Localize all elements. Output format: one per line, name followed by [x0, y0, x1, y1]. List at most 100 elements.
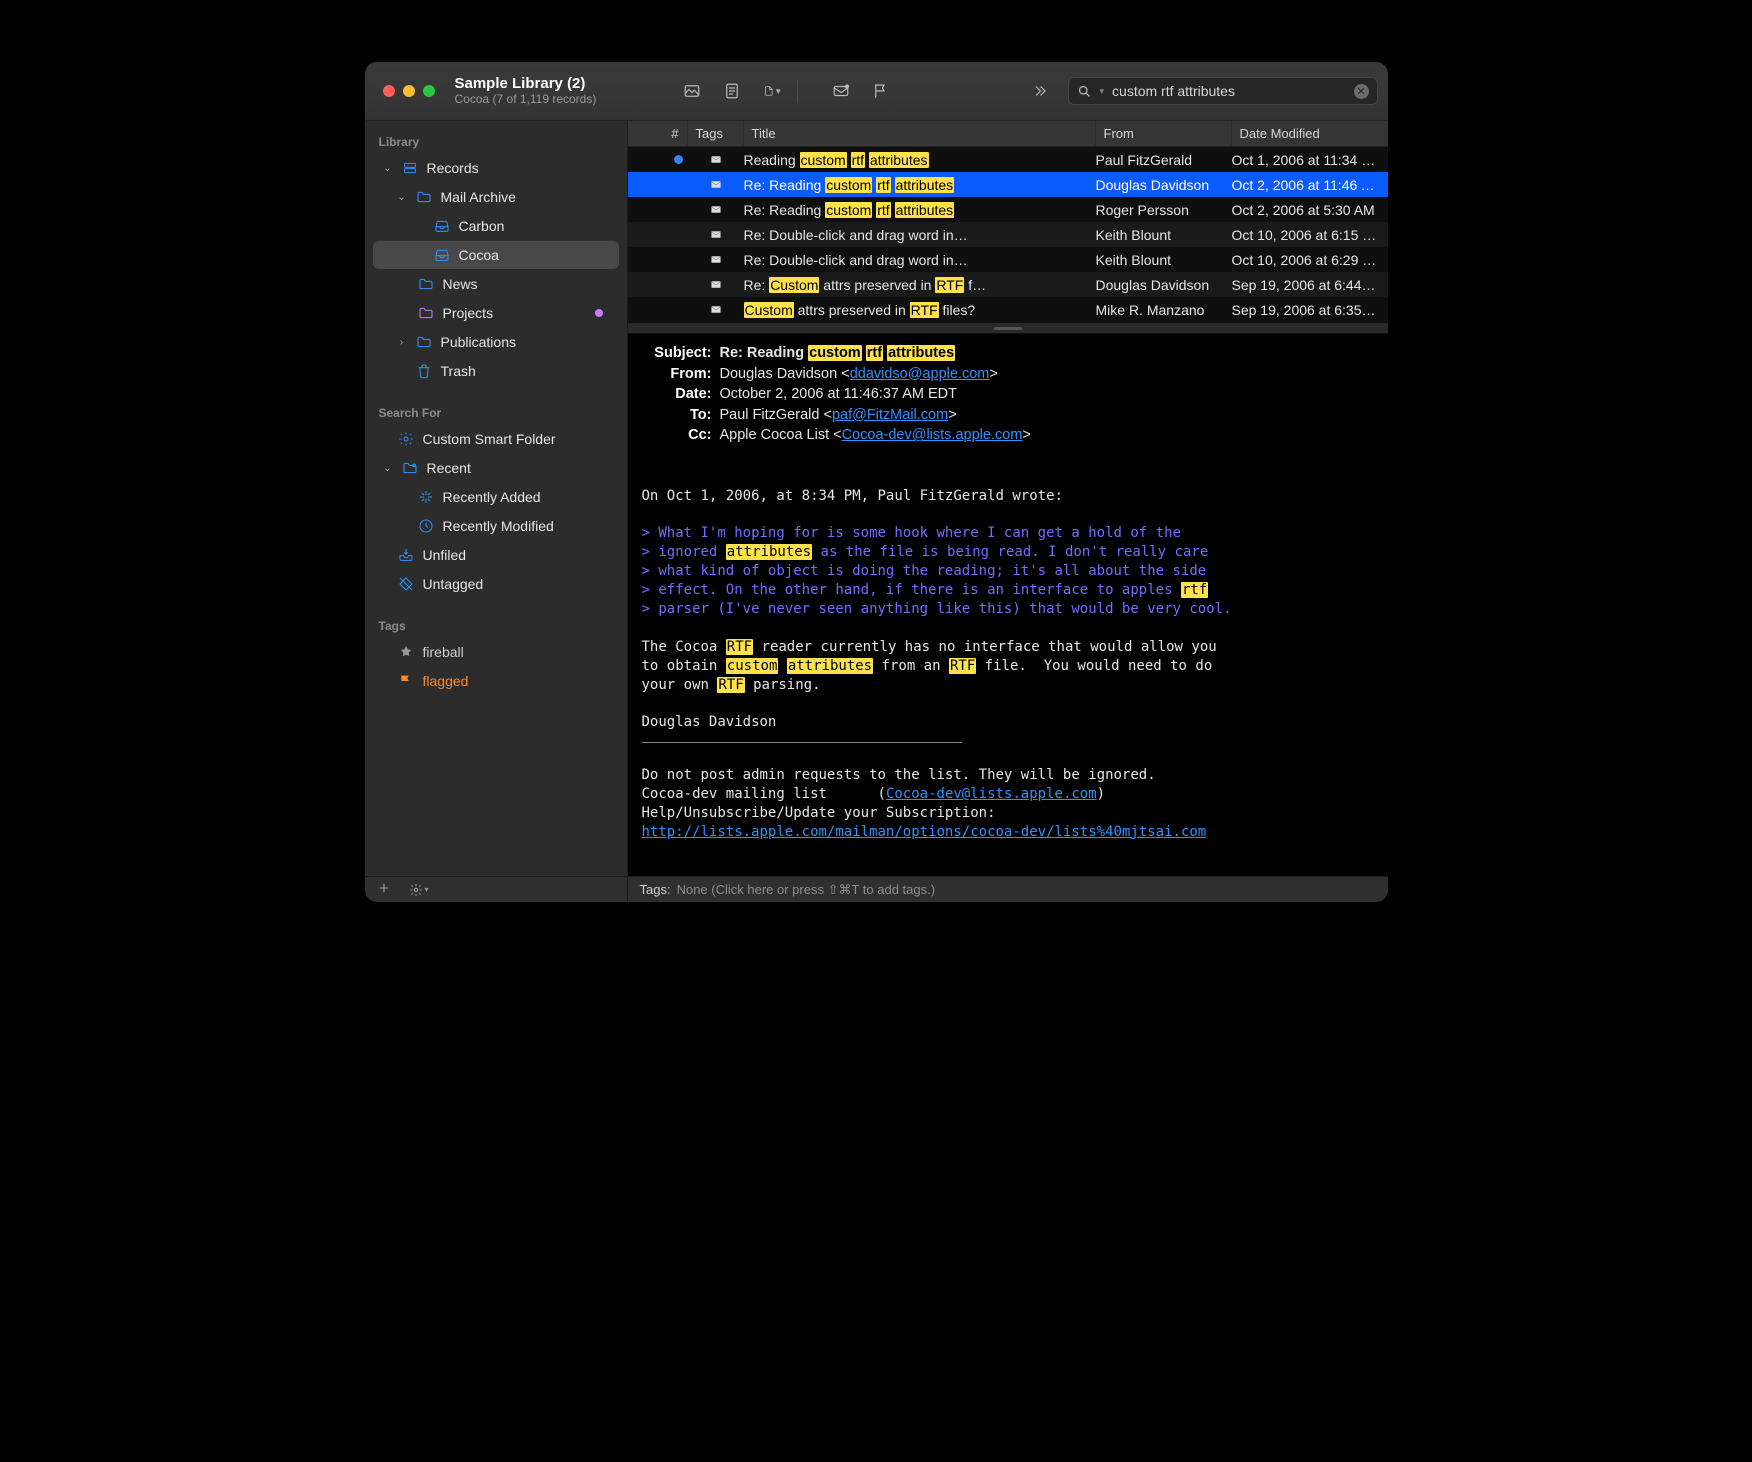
sidebar-item-publications[interactable]: › Publications	[373, 328, 619, 356]
sidebar-label: Trash	[441, 363, 609, 379]
unread-dot-icon	[595, 309, 603, 317]
bottom-bar: ▾ Tags: None (Click here or press ⇧⌘T to…	[365, 876, 1388, 902]
from-email-link[interactable]: ddavidso@apple.com	[850, 366, 990, 382]
table-row[interactable]: Custom attrs preserved in RTF files?Mike…	[628, 297, 1388, 322]
sidebar-item-recently-added[interactable]: Recently Added	[373, 483, 619, 511]
sidebar-tag-flagged[interactable]: flagged	[373, 667, 619, 695]
overflow-icon[interactable]	[1030, 82, 1048, 100]
star-icon	[397, 644, 415, 660]
sidebar-label: Recently Modified	[443, 518, 609, 534]
hdr-subject-k: Subject:	[642, 344, 712, 364]
column-headers[interactable]: # Tags Title From Date Modified	[628, 121, 1388, 147]
sidebar-item-recent[interactable]: ⌄ Recent	[373, 454, 619, 482]
row-title: Re: Double-click and drag word in…	[744, 252, 1096, 268]
sidebar-item-trash[interactable]: › Trash	[373, 357, 619, 385]
search-field[interactable]: ▾ ✕	[1068, 77, 1378, 105]
column-hash[interactable]: #	[628, 121, 688, 146]
search-icon	[1077, 84, 1092, 99]
row-title: Re: Double-click and drag word in…	[744, 227, 1096, 243]
sidebar-item-custom-smart[interactable]: Custom Smart Folder	[373, 425, 619, 453]
clear-search-icon[interactable]: ✕	[1354, 84, 1369, 99]
image-preview-icon[interactable]	[683, 82, 701, 100]
table-row[interactable]: Re: Double-click and drag word in…Keith …	[628, 222, 1388, 247]
sidebar-item-untagged[interactable]: Untagged	[373, 570, 619, 598]
message-headers: Subject: Re: Reading custom rtf attribut…	[642, 344, 1374, 446]
sidebar-label: fireball	[423, 644, 609, 660]
action-gear-button[interactable]: ▾	[409, 883, 429, 897]
folder-icon	[415, 189, 433, 205]
window-title: Sample Library (2)	[455, 76, 655, 93]
tags-label: Tags:	[640, 882, 671, 897]
row-date: Oct 1, 2006 at 11:34 PM	[1232, 152, 1378, 168]
search-input[interactable]	[1112, 83, 1345, 99]
unfiled-icon	[397, 547, 415, 563]
split-handle[interactable]	[628, 322, 1388, 334]
message-list[interactable]: Reading custom rtf attributesPaul FitzGe…	[628, 147, 1388, 322]
add-button[interactable]	[377, 881, 391, 898]
tray-icon	[433, 247, 451, 263]
table-row[interactable]: Re: Reading custom rtf attributesDouglas…	[628, 172, 1388, 197]
row-date: Oct 10, 2006 at 6:15 PM	[1232, 227, 1378, 243]
mail-icon[interactable]	[832, 82, 850, 100]
app-window: Sample Library (2) Cocoa (7 of 1,119 rec…	[365, 62, 1388, 902]
tray-icon	[433, 218, 451, 234]
sidebar-label: News	[443, 276, 609, 292]
sidebar-item-projects[interactable]: Projects	[373, 299, 619, 327]
column-tags[interactable]: Tags	[688, 121, 744, 146]
sidebar-tag-fireball[interactable]: fireball	[373, 638, 619, 666]
highlight: custom	[808, 345, 862, 361]
document-icon[interactable]	[723, 82, 741, 100]
hdr-from-v: Douglas Davidson <ddavidso@apple.com>	[720, 365, 1374, 385]
table-row[interactable]: Re: Double-click and drag word in…Keith …	[628, 247, 1388, 272]
column-title[interactable]: Title	[744, 121, 1096, 146]
zoom-button[interactable]	[423, 85, 435, 97]
row-title: Re: Reading custom rtf attributes	[744, 202, 1096, 218]
row-from: Keith Blount	[1096, 227, 1232, 243]
sidebar-item-news[interactable]: News	[373, 270, 619, 298]
mail-icon	[688, 254, 744, 265]
hdr-to-k: To:	[642, 406, 712, 426]
sidebar-label: Untagged	[423, 576, 609, 592]
row-title: Re: Reading custom rtf attributes	[744, 177, 1096, 193]
row-title: Re: Custom attrs preserved in RTF f…	[744, 277, 1096, 293]
sidebar-item-recently-modified[interactable]: Recently Modified	[373, 512, 619, 540]
chevron-down-icon: ▾	[425, 885, 429, 894]
hdr-date-k: Date:	[642, 385, 712, 405]
export-icon[interactable]: ▾	[763, 82, 781, 100]
table-row[interactable]: Re: Reading custom rtf attributesRoger P…	[628, 197, 1388, 222]
hdr-cc-k: Cc:	[642, 426, 712, 446]
cc-email-link[interactable]: Cocoa-dev@lists.apple.com	[842, 427, 1023, 443]
sidebar-label: Publications	[441, 334, 609, 350]
flag-icon[interactable]	[872, 82, 890, 100]
row-from: Mike R. Manzano	[1096, 302, 1232, 318]
sidebar-item-carbon[interactable]: Carbon	[373, 212, 619, 240]
table-row[interactable]: Reading custom rtf attributesPaul FitzGe…	[628, 147, 1388, 172]
close-button[interactable]	[383, 85, 395, 97]
row-from: Keith Blount	[1096, 252, 1232, 268]
disclosure-icon[interactable]: ›	[397, 337, 407, 348]
sidebar-item-records[interactable]: ⌄ Records	[373, 154, 619, 182]
sidebar-item-cocoa[interactable]: Cocoa	[373, 241, 619, 269]
sidebar-item-unfiled[interactable]: Unfiled	[373, 541, 619, 569]
titlebar: Sample Library (2) Cocoa (7 of 1,119 rec…	[365, 62, 1388, 121]
disclosure-icon[interactable]: ⌄	[383, 163, 393, 174]
disclosure-icon[interactable]: ⌄	[397, 192, 407, 203]
sidebar-label: Records	[427, 160, 609, 176]
sidebar-item-mail-archive[interactable]: ⌄ Mail Archive	[373, 183, 619, 211]
list-email-link[interactable]: Cocoa-dev@lists.apple.com	[886, 786, 1097, 802]
column-date[interactable]: Date Modified	[1232, 121, 1388, 146]
text: Re: Reading	[720, 345, 809, 361]
table-row[interactable]: Re: Custom attrs preserved in RTF f…Doug…	[628, 272, 1388, 297]
to-email-link[interactable]: paf@FitzMail.com	[832, 407, 948, 423]
toolbar-separator	[797, 79, 798, 103]
minimize-button[interactable]	[403, 85, 415, 97]
tags-bar[interactable]: Tags: None (Click here or press ⇧⌘T to a…	[628, 877, 1388, 902]
bluedot-icon	[674, 155, 683, 164]
column-from[interactable]: From	[1096, 121, 1232, 146]
mail-icon	[688, 154, 744, 165]
sidebar-label: flagged	[423, 673, 609, 689]
row-title: Reading custom rtf attributes	[744, 152, 1096, 168]
unsubscribe-link[interactable]: http://lists.apple.com/mailman/options/c…	[642, 824, 1207, 840]
disclosure-icon[interactable]: ⌄	[383, 463, 393, 474]
search-scope-chevron-icon[interactable]: ▾	[1100, 86, 1105, 97]
